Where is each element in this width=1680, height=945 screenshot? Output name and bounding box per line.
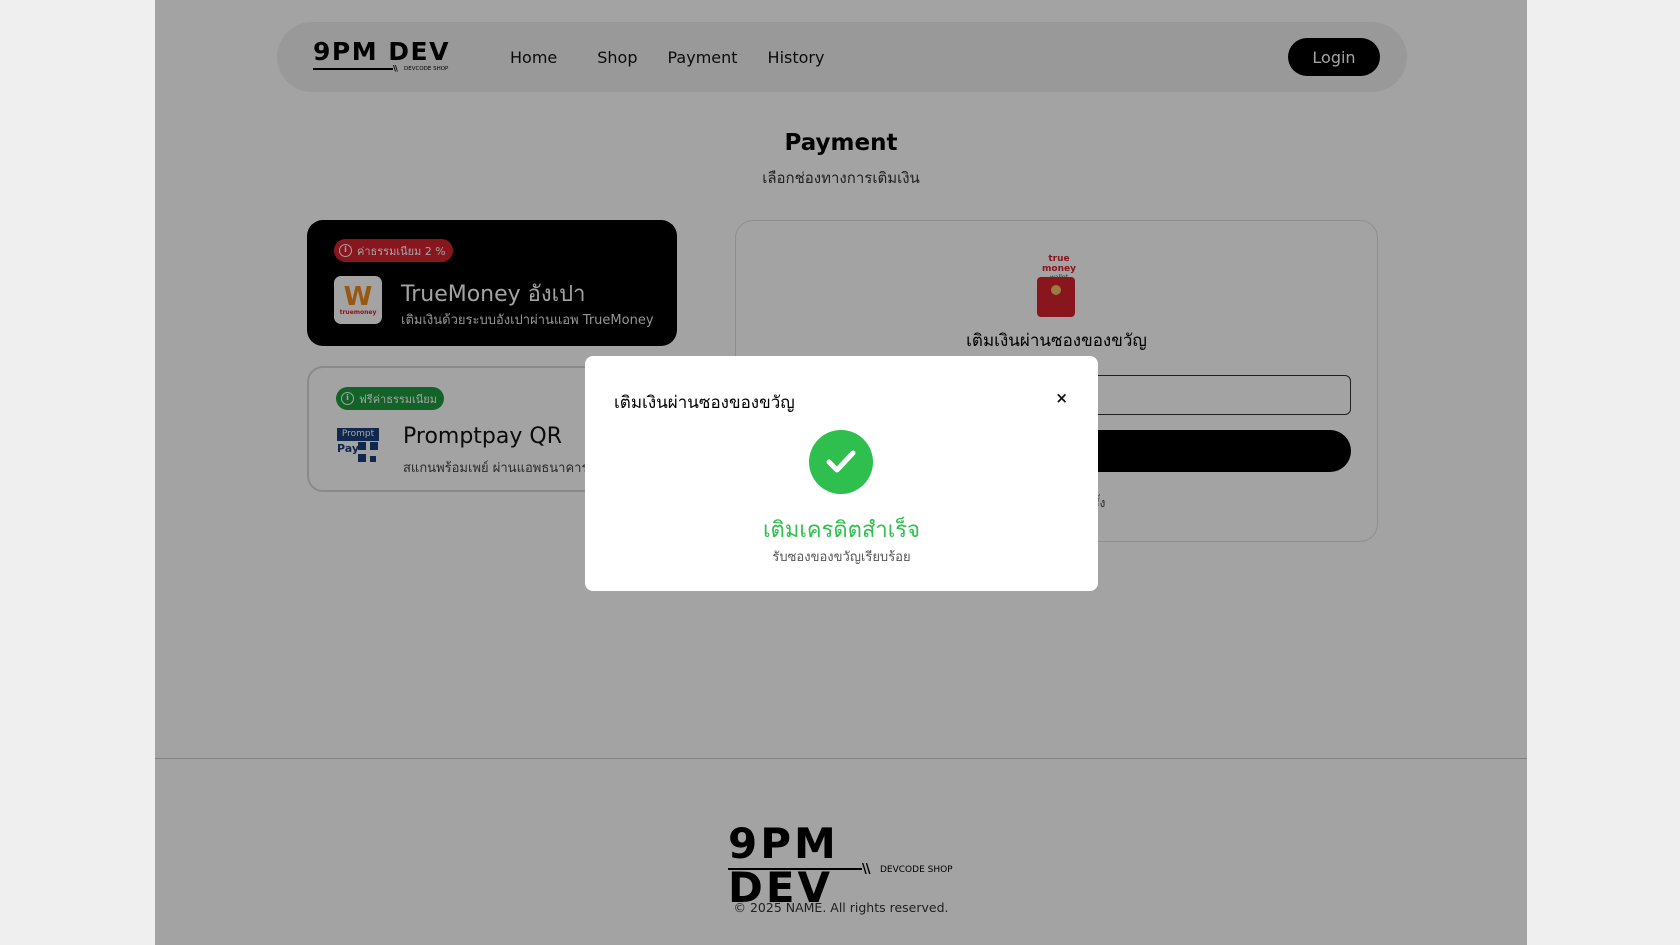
success-subtitle: รับซองของขวัญเรียบร้อย — [772, 550, 911, 565]
success-message: เติมเครดิตสำเร็จ — [763, 518, 920, 543]
success-check-icon — [809, 430, 873, 494]
check-icon — [826, 450, 856, 473]
close-icon[interactable]: × — [1055, 389, 1068, 407]
success-modal: เติมเงินผ่านซองของขวัญ × เติมเครดิตสำเร็… — [585, 356, 1098, 591]
modal-overlay[interactable]: เติมเงินผ่านซองของขวัญ × เติมเครดิตสำเร็… — [0, 0, 1680, 945]
modal-title: เติมเงินผ่านซองของขวัญ — [614, 393, 795, 413]
